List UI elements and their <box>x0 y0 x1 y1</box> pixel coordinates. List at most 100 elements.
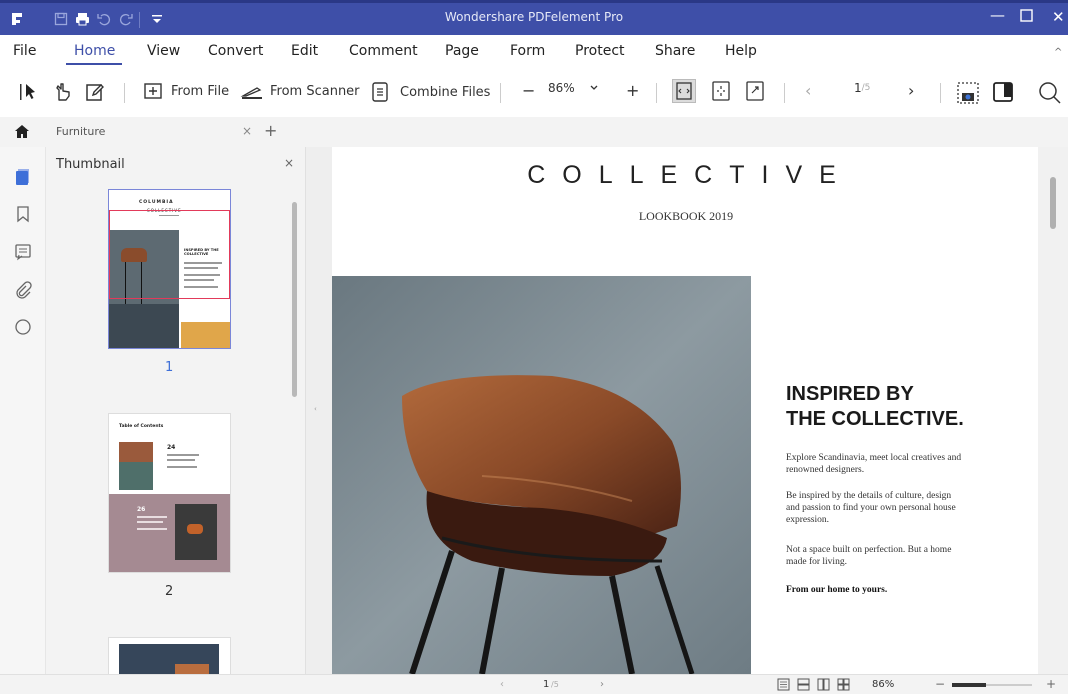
thumb2-number-2: 26 <box>137 506 146 513</box>
document-page: COLLECTIVE LOOKBOOK 2019 INSPIRED BY THE… <box>332 147 1038 674</box>
menu-home[interactable]: Home <box>74 43 115 59</box>
thumbnail-page-1[interactable]: COLUMBIA COLLECTIVE INSPIRED BY THE COLL… <box>108 189 231 349</box>
page-number-input[interactable]: 1 /5 <box>836 81 886 95</box>
new-tab-button[interactable]: + <box>264 121 277 140</box>
grid-view-icon[interactable] <box>837 678 850 694</box>
page-current: 1 <box>854 81 862 95</box>
thumb3-photo <box>119 644 219 676</box>
menu-protect[interactable]: Protect <box>575 43 625 59</box>
toolbar-divider <box>656 83 657 103</box>
home-icon[interactable] <box>14 124 30 143</box>
comment-list-icon[interactable] <box>14 243 32 261</box>
left-sidebar-rail <box>0 147 46 674</box>
status-zoom-value[interactable]: 86% <box>872 679 894 690</box>
status-page-total: /5 <box>551 680 559 689</box>
search-icon <box>1039 82 1061 104</box>
thumb2-text-line <box>137 516 167 518</box>
screenshot-button[interactable] <box>956 81 980 105</box>
thumbnail-page-number: 2 <box>165 584 174 599</box>
reading-mode-icon <box>993 82 1013 102</box>
from-file-button[interactable]: From File <box>143 81 229 101</box>
document-paragraph-4: From our home to yours. <box>786 585 888 595</box>
search-panel-icon[interactable] <box>14 318 32 336</box>
combine-files-button[interactable]: Combine Files <box>370 81 490 103</box>
minimize-button[interactable]: — <box>990 6 1005 24</box>
reading-mode-button[interactable] <box>992 81 1014 103</box>
zoom-select[interactable]: 86% <box>548 81 599 95</box>
panel-splitter[interactable]: ‹ <box>306 147 332 674</box>
thumbnail-page-3[interactable] <box>108 637 231 677</box>
thumb2-text-line <box>137 521 163 523</box>
zoom-slider-track[interactable] <box>952 683 1032 687</box>
hand-tool-button[interactable] <box>52 81 74 103</box>
collapse-panel-icon[interactable]: ‹ <box>314 405 317 413</box>
attachment-icon[interactable] <box>14 281 32 299</box>
document-scrollbar-thumb[interactable] <box>1050 177 1056 229</box>
previous-page-button[interactable]: ‹ <box>805 81 811 100</box>
tab-furniture[interactable]: Furniture × <box>48 117 258 147</box>
fit-width-icon <box>712 81 730 101</box>
thumbnail-panel-close-button[interactable]: × <box>284 156 294 170</box>
document-heading-line2: THE COLLECTIVE. <box>786 408 964 430</box>
thumb2-number: 24 <box>167 444 176 451</box>
thumb2-text-line <box>167 459 195 461</box>
menu-comment[interactable]: Comment <box>349 43 418 59</box>
thumb2-text-line <box>167 454 199 456</box>
scanner-icon <box>240 87 262 99</box>
status-next-page-button[interactable]: › <box>600 679 604 690</box>
document-tab-bar: Furniture × + <box>0 117 1068 147</box>
menu-edit[interactable]: Edit <box>291 43 318 59</box>
thumb1-title: COLUMBIA <box>139 200 174 205</box>
tab-close-button[interactable]: × <box>242 124 252 138</box>
bookmark-icon[interactable] <box>14 205 32 223</box>
search-button[interactable] <box>1038 81 1062 105</box>
status-zoom-in-button[interactable]: + <box>1046 677 1056 691</box>
page-total: /5 <box>861 83 871 93</box>
menu-help[interactable]: Help <box>725 43 757 59</box>
menu-page[interactable]: Page <box>445 43 479 59</box>
status-zoom-out-button[interactable]: − <box>935 677 945 691</box>
zoom-out-button[interactable]: − <box>522 81 535 100</box>
hand-icon <box>56 83 70 101</box>
status-prev-page-button[interactable]: ‹ <box>500 679 504 690</box>
thumbnail-scrollbar[interactable] <box>292 202 297 397</box>
zoom-value: 86% <box>548 81 575 95</box>
maximize-button[interactable] <box>1020 8 1033 26</box>
from-scanner-label: From Scanner <box>270 83 360 99</box>
screenshot-icon <box>957 82 979 104</box>
thumbnail-panel-icon[interactable] <box>14 168 32 186</box>
fit-page-icon <box>676 82 692 100</box>
toolbar-divider <box>500 83 501 103</box>
menu-share[interactable]: Share <box>655 43 695 59</box>
menu-form[interactable]: Form <box>510 43 545 59</box>
zoom-in-button[interactable]: + <box>626 81 639 100</box>
single-page-view-icon[interactable] <box>777 678 790 694</box>
title-bar: Wondershare PDFelement Pro — ✕ <box>0 0 1068 35</box>
toolbar: From File From Scanner Combine Files − 8… <box>0 67 1068 117</box>
document-scrollbar[interactable] <box>1038 147 1068 674</box>
rotate-button[interactable] <box>746 81 764 101</box>
select-tool-button[interactable] <box>18 81 40 103</box>
fit-width-button[interactable] <box>712 81 730 101</box>
menu-file[interactable]: File <box>13 43 36 59</box>
two-page-view-icon[interactable] <box>817 678 830 694</box>
collapse-ribbon-icon[interactable]: ^ <box>1054 47 1062 58</box>
zoom-slider-fill <box>952 683 986 687</box>
next-page-button[interactable]: › <box>908 81 914 100</box>
continuous-view-icon[interactable] <box>797 678 810 694</box>
close-window-button[interactable]: ✕ <box>1052 8 1065 26</box>
active-menu-indicator <box>66 63 122 65</box>
from-file-label: From File <box>171 83 230 99</box>
thumbnail-page-2[interactable]: Table of Contents 24 26 <box>108 413 231 573</box>
from-scanner-button[interactable]: From Scanner <box>240 81 360 101</box>
edit-tool-button[interactable] <box>84 81 106 103</box>
status-page-current[interactable]: 1 <box>543 679 549 690</box>
menu-view[interactable]: View <box>147 43 180 59</box>
combine-files-label: Combine Files <box>400 84 491 100</box>
menu-convert[interactable]: Convert <box>208 43 263 59</box>
document-paragraph-1: Explore Scandinavia, meet local creative… <box>786 453 962 475</box>
status-bar: ‹ 1 /5 › 86% − + <box>0 674 1068 694</box>
fit-page-button[interactable] <box>672 79 696 103</box>
thumb2-text-line <box>167 466 197 468</box>
cursor-icon <box>20 84 35 100</box>
